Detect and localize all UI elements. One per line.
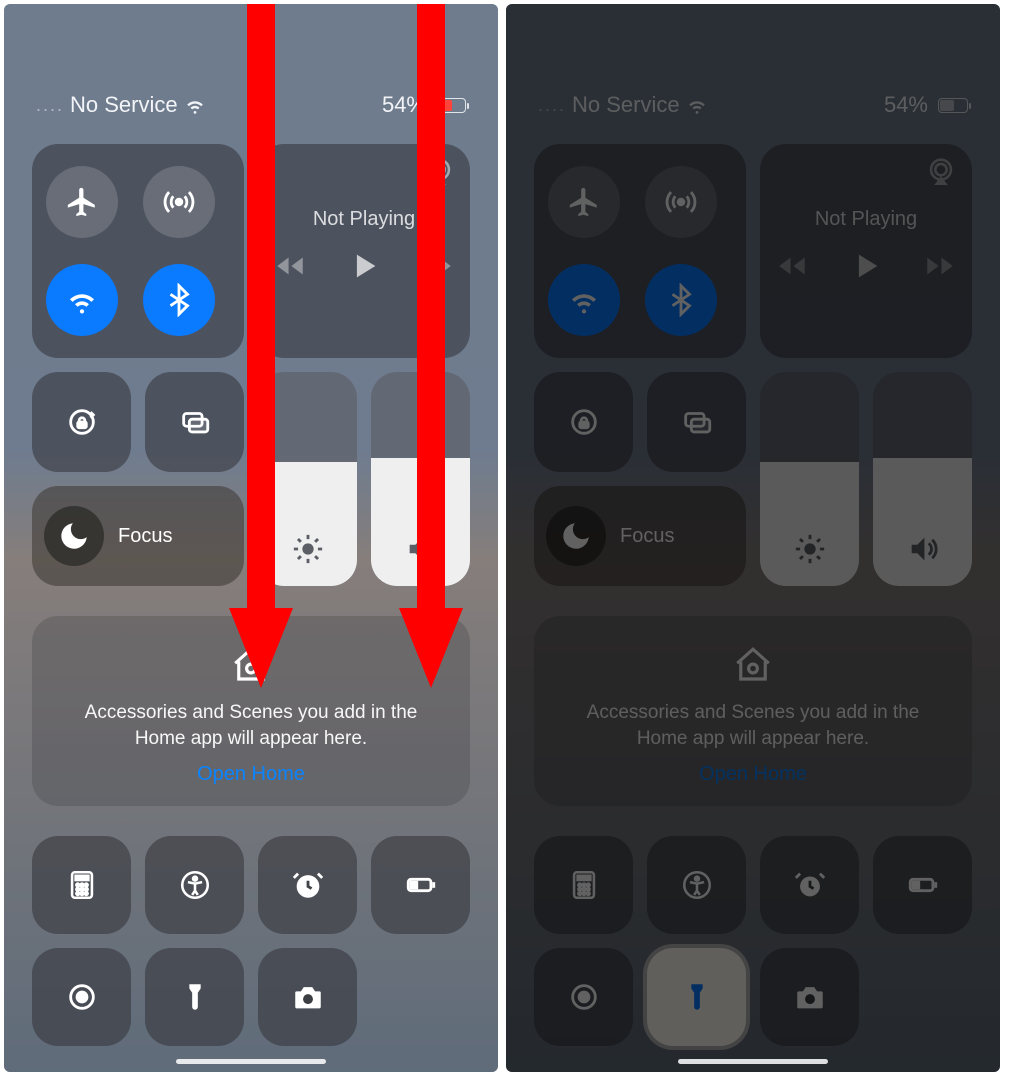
flashlight-button[interactable] xyxy=(647,948,746,1046)
media-module[interactable]: Not Playing xyxy=(760,144,972,358)
home-indicator[interactable] xyxy=(176,1059,326,1064)
media-title: Not Playing xyxy=(313,208,415,231)
home-msg-1: Accessories and Scenes you add in the xyxy=(85,702,418,723)
open-home-link[interactable]: Open Home xyxy=(197,763,305,786)
play-icon[interactable] xyxy=(347,249,381,288)
connectivity-module[interactable] xyxy=(32,144,244,358)
home-icon xyxy=(230,644,272,686)
status-bar: .... No Service 54% xyxy=(506,4,1000,124)
camera-button[interactable] xyxy=(760,948,859,1046)
focus-label: Focus xyxy=(620,525,674,548)
home-icon xyxy=(732,644,774,686)
wifi-toggle[interactable] xyxy=(46,264,118,336)
calculator-button[interactable] xyxy=(32,836,131,934)
alarm-button[interactable] xyxy=(258,836,357,934)
wifi-icon xyxy=(686,94,708,116)
screenshot-right: .... No Service 54% xyxy=(506,4,1000,1072)
volume-slider[interactable] xyxy=(873,372,972,586)
battery-percent: 54% xyxy=(382,92,426,118)
airplane-mode-toggle[interactable] xyxy=(548,166,620,238)
home-indicator[interactable] xyxy=(678,1059,828,1064)
bluetooth-toggle[interactable] xyxy=(645,264,717,336)
prev-track-icon[interactable] xyxy=(775,249,809,288)
brightness-slider[interactable] xyxy=(258,372,357,586)
open-home-link[interactable]: Open Home xyxy=(699,763,807,786)
bluetooth-toggle[interactable] xyxy=(143,264,215,336)
orientation-lock-toggle[interactable] xyxy=(32,372,131,472)
carrier-text: No Service xyxy=(572,92,680,118)
shortcut-row-2 xyxy=(534,948,972,1046)
flashlight-button[interactable] xyxy=(145,948,244,1046)
focus-button[interactable]: Focus xyxy=(534,486,746,586)
media-module[interactable]: Not Playing xyxy=(258,144,470,358)
shortcut-row-2 xyxy=(32,948,470,1046)
shortcut-row-1 xyxy=(534,836,972,934)
battery-icon xyxy=(432,98,466,113)
alarm-button[interactable] xyxy=(760,836,859,934)
brightness-slider[interactable] xyxy=(760,372,859,586)
signal-dots: .... xyxy=(538,95,566,116)
low-power-button[interactable] xyxy=(873,836,972,934)
accessibility-button[interactable] xyxy=(145,836,244,934)
calculator-button[interactable] xyxy=(534,836,633,934)
battery-percent: 54% xyxy=(884,92,928,118)
home-msg-1: Accessories and Scenes you add in the xyxy=(587,702,920,723)
next-track-icon[interactable] xyxy=(421,249,455,288)
cellular-data-toggle[interactable] xyxy=(645,166,717,238)
status-bar: .... No Service 54% xyxy=(4,4,498,124)
prev-track-icon[interactable] xyxy=(273,249,307,288)
low-power-button[interactable] xyxy=(371,836,470,934)
moon-icon xyxy=(546,506,606,566)
wifi-toggle[interactable] xyxy=(548,264,620,336)
screen-mirroring-button[interactable] xyxy=(647,372,746,472)
accessibility-button[interactable] xyxy=(647,836,746,934)
camera-button[interactable] xyxy=(258,948,357,1046)
play-icon[interactable] xyxy=(849,249,883,288)
home-msg-2: Home app will appear here. xyxy=(637,728,869,749)
volume-slider[interactable] xyxy=(371,372,470,586)
media-title: Not Playing xyxy=(815,208,917,231)
shortcut-row-1 xyxy=(32,836,470,934)
wifi-icon xyxy=(184,94,206,116)
next-track-icon[interactable] xyxy=(923,249,957,288)
battery-icon xyxy=(934,98,968,113)
focus-button[interactable]: Focus xyxy=(32,486,244,586)
carrier-text: No Service xyxy=(70,92,178,118)
screen-record-button[interactable] xyxy=(32,948,131,1046)
screenshot-left: .... No Service 54% xyxy=(4,4,498,1072)
orientation-lock-toggle[interactable] xyxy=(534,372,633,472)
signal-dots: .... xyxy=(36,95,64,116)
home-module[interactable]: Accessories and Scenes you add in the Hom… xyxy=(32,616,470,806)
cellular-data-toggle[interactable] xyxy=(143,166,215,238)
screen-record-button[interactable] xyxy=(534,948,633,1046)
moon-icon xyxy=(44,506,104,566)
focus-label: Focus xyxy=(118,525,172,548)
screen-mirroring-button[interactable] xyxy=(145,372,244,472)
airplay-icon[interactable] xyxy=(924,154,958,193)
airplay-icon[interactable] xyxy=(422,154,456,193)
home-msg-2: Home app will appear here. xyxy=(135,728,367,749)
airplane-mode-toggle[interactable] xyxy=(46,166,118,238)
connectivity-module[interactable] xyxy=(534,144,746,358)
home-module[interactable]: Accessories and Scenes you add in the Hom… xyxy=(534,616,972,806)
